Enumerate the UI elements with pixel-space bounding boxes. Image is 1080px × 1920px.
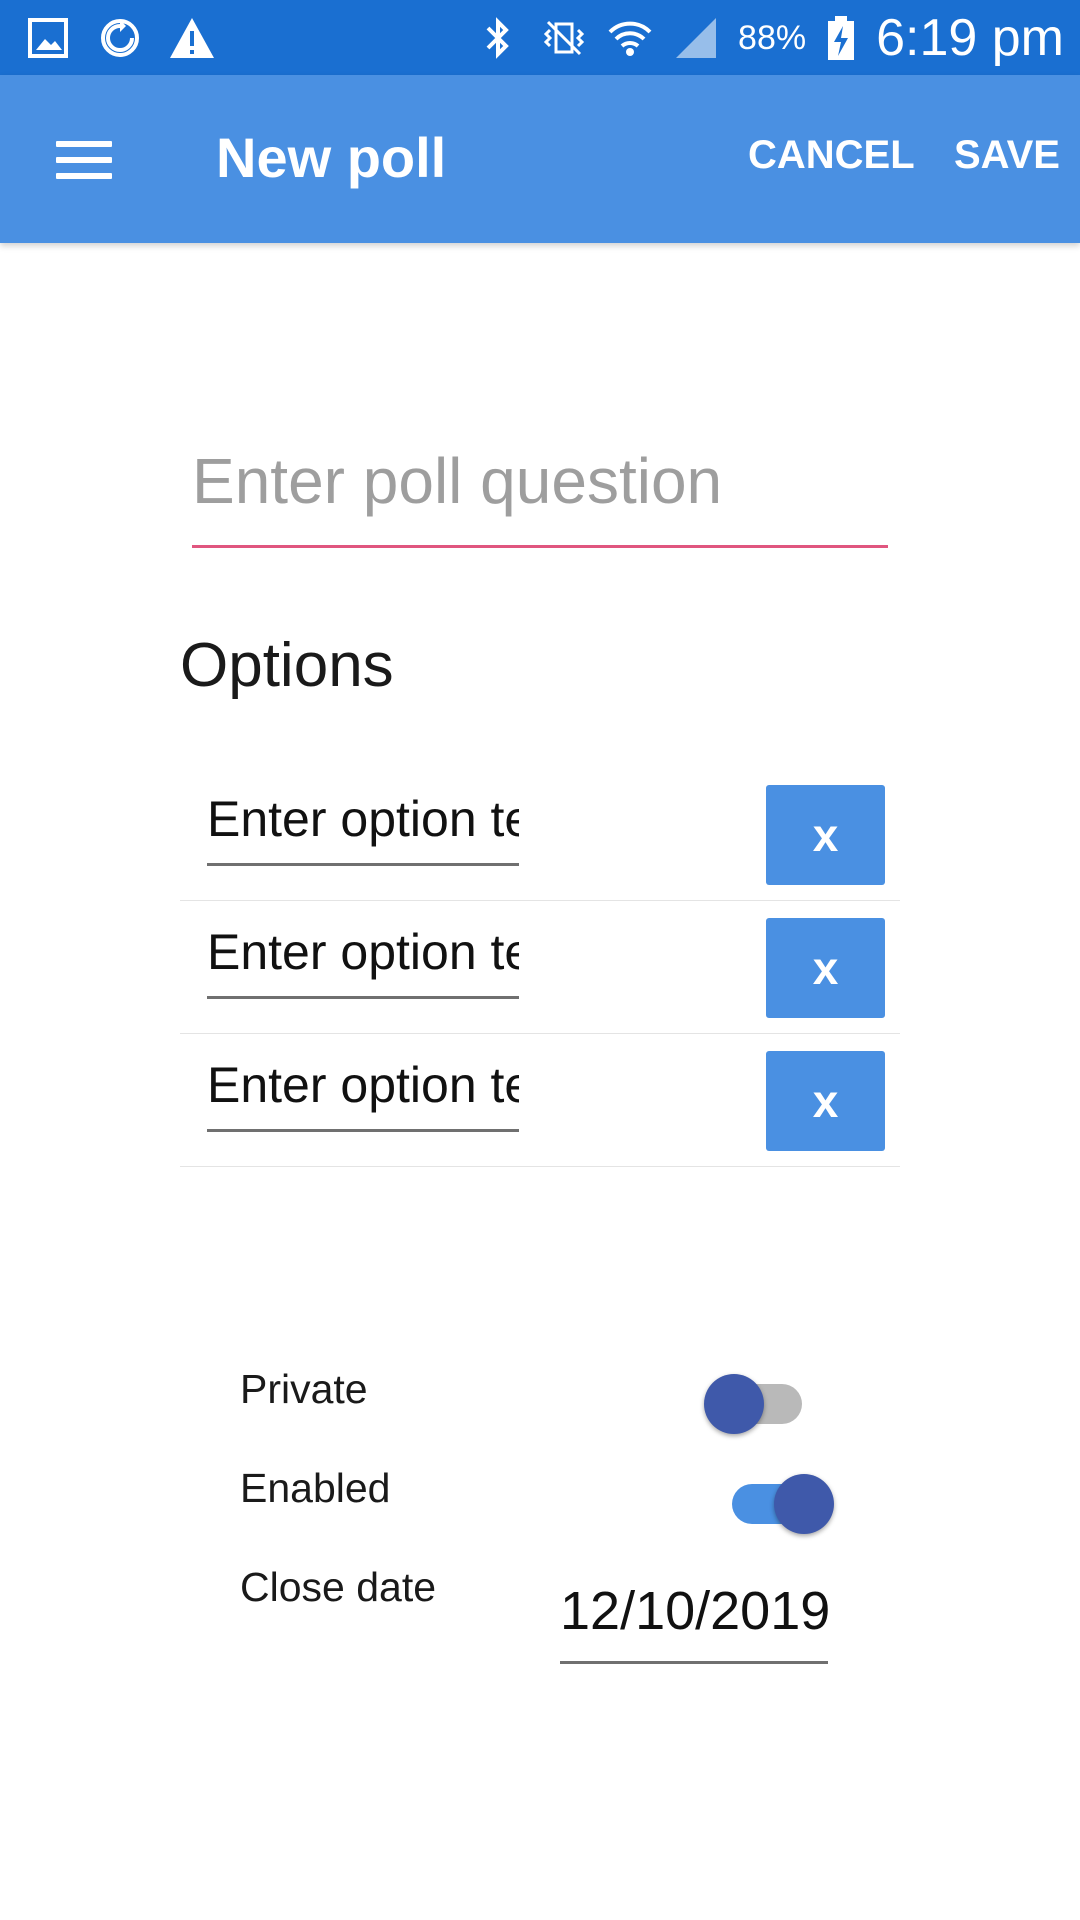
private-label: Private (240, 1366, 368, 1412)
clock: 6:19 pm (876, 9, 1064, 67)
status-bar-notifications (24, 14, 216, 62)
remove-option-button[interactable]: x (766, 1051, 885, 1151)
option-input[interactable] (207, 774, 519, 866)
options-heading: Options (180, 631, 394, 700)
warning-icon (168, 14, 216, 62)
sync-icon (96, 14, 144, 62)
status-bar-system: 88% 6:19 pm (474, 6, 1064, 70)
poll-question-field (192, 436, 888, 548)
hamburger-menu-icon[interactable] (44, 131, 122, 189)
option-row: x (180, 768, 900, 901)
vibrate-icon (540, 14, 588, 62)
cellular-signal-icon (672, 14, 720, 62)
private-toggle[interactable] (704, 1362, 820, 1434)
enabled-toggle[interactable] (718, 1462, 834, 1534)
battery-charging-icon (824, 14, 858, 62)
option-row: x (180, 901, 900, 1034)
poll-question-input[interactable] (192, 436, 888, 548)
wifi-icon (606, 14, 654, 62)
bluetooth-icon (474, 14, 522, 62)
toggle-thumb (774, 1474, 834, 1534)
battery-percent: 88% (738, 18, 807, 57)
enabled-label: Enabled (240, 1465, 391, 1511)
save-button[interactable]: SAVE (954, 133, 1060, 178)
gallery-icon (24, 14, 72, 62)
options-list: x x x (180, 768, 900, 1167)
toggle-thumb (704, 1374, 764, 1434)
remove-option-button[interactable]: x (766, 918, 885, 1018)
close-date-label: Close date (240, 1564, 437, 1610)
remove-option-button[interactable]: x (766, 785, 885, 885)
status-bar: 88% 6:19 pm (0, 0, 1080, 75)
option-row: x (180, 1034, 900, 1167)
app-bar: New poll CANCEL SAVE (0, 75, 1080, 243)
option-input[interactable] (207, 907, 519, 999)
cancel-button[interactable]: CANCEL (748, 133, 915, 178)
option-input[interactable] (207, 1040, 519, 1132)
page-title: New poll (216, 126, 447, 189)
close-date-input[interactable] (560, 1560, 828, 1664)
